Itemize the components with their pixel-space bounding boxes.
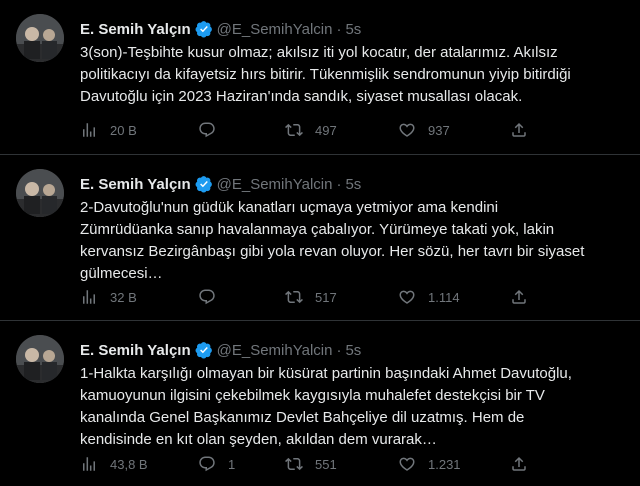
like-icon — [398, 121, 416, 139]
avatar[interactable] — [16, 14, 64, 62]
share-icon — [510, 121, 528, 139]
tweet-text: 2-Davutoğlu'nun güdük kanatları uçmaya y… — [80, 199, 585, 282]
verified-badge-icon — [195, 341, 213, 359]
like-count: 937 — [428, 122, 450, 138]
avatar[interactable] — [16, 335, 64, 383]
like-button[interactable]: 1.231 — [398, 454, 461, 474]
views-count: 43,8 B — [110, 456, 148, 472]
avatar[interactable] — [16, 169, 64, 217]
share-button[interactable] — [510, 120, 528, 140]
retweet-icon — [285, 121, 303, 139]
tweet-header: E. Semih Yalçın @E_SemihYalcin · 5s — [80, 173, 361, 195]
reply-button[interactable] — [198, 287, 228, 307]
retweet-count: 551 — [315, 456, 337, 472]
author-name[interactable]: E. Semih Yalçın — [80, 342, 191, 359]
like-button[interactable]: 1.114 — [398, 287, 460, 307]
reply-icon — [198, 455, 216, 473]
separator-dot: · — [336, 20, 342, 38]
author-name[interactable]: E. Semih Yalçın — [80, 176, 191, 193]
share-icon — [510, 455, 528, 473]
tweet[interactable]: E. Semih Yalçın @E_SemihYalcin · 5s 2-Da… — [0, 155, 640, 321]
verified-badge-icon — [195, 175, 213, 193]
author-handle[interactable]: @E_SemihYalcin — [217, 176, 333, 193]
verified-badge-icon — [195, 20, 213, 38]
reply-button[interactable] — [198, 120, 228, 140]
views-button[interactable]: 32 B — [80, 287, 137, 307]
retweet-icon — [285, 288, 303, 306]
share-button[interactable] — [510, 454, 528, 474]
like-count: 1.114 — [428, 289, 460, 305]
views-button[interactable]: 20 B — [80, 120, 137, 140]
tweet-header: E. Semih Yalçın @E_SemihYalcin · 5s — [80, 18, 361, 40]
tweet[interactable]: E. Semih Yalçın @E_SemihYalcin · 5s 3(so… — [0, 0, 640, 155]
retweet-count: 517 — [315, 289, 337, 305]
like-icon — [398, 455, 416, 473]
like-icon — [398, 288, 416, 306]
like-count: 1.231 — [428, 456, 461, 472]
separator-dot: · — [336, 175, 342, 193]
tweet[interactable]: E. Semih Yalçın @E_SemihYalcin · 5s 1-Ha… — [0, 321, 640, 486]
share-button[interactable] — [510, 287, 528, 307]
views-count: 20 B — [110, 122, 137, 138]
tweet-actions: 32 B 517 1.114 — [80, 287, 540, 307]
retweet-button[interactable]: 551 — [285, 454, 337, 474]
timestamp[interactable]: 5s — [345, 176, 361, 193]
tweet-text: 3(son)-Teşbihte kusur olmaz; akılsız iti… — [80, 44, 571, 105]
author-handle[interactable]: @E_SemihYalcin — [217, 342, 333, 359]
tweet-text: 1-Halkta karşılığı olmayan bir küsürat p… — [80, 365, 572, 448]
views-icon — [80, 121, 98, 139]
views-button[interactable]: 43,8 B — [80, 454, 148, 474]
author-handle[interactable]: @E_SemihYalcin — [217, 21, 333, 38]
reply-icon — [198, 288, 216, 306]
reply-button[interactable]: 1 — [198, 454, 235, 474]
like-button[interactable]: 937 — [398, 120, 450, 140]
reply-count: 1 — [228, 456, 236, 472]
timestamp[interactable]: 5s — [345, 342, 361, 359]
timestamp[interactable]: 5s — [345, 21, 361, 38]
views-count: 32 B — [110, 289, 137, 305]
author-name[interactable]: E. Semih Yalçın — [80, 21, 191, 38]
views-icon — [80, 288, 98, 306]
tweet-header: E. Semih Yalçın @E_SemihYalcin · 5s — [80, 339, 361, 361]
reply-icon — [198, 121, 216, 139]
retweet-icon — [285, 455, 303, 473]
retweet-button[interactable]: 497 — [285, 120, 337, 140]
tweet-feed: E. Semih Yalçın @E_SemihYalcin · 5s 3(so… — [0, 0, 640, 486]
separator-dot: · — [336, 341, 342, 359]
views-icon — [80, 455, 98, 473]
retweet-button[interactable]: 517 — [285, 287, 337, 307]
tweet-actions: 43,8 B 1 551 1.231 — [80, 454, 540, 474]
retweet-count: 497 — [315, 122, 337, 138]
share-icon — [510, 288, 528, 306]
tweet-actions: 20 B 497 937 — [80, 120, 540, 140]
